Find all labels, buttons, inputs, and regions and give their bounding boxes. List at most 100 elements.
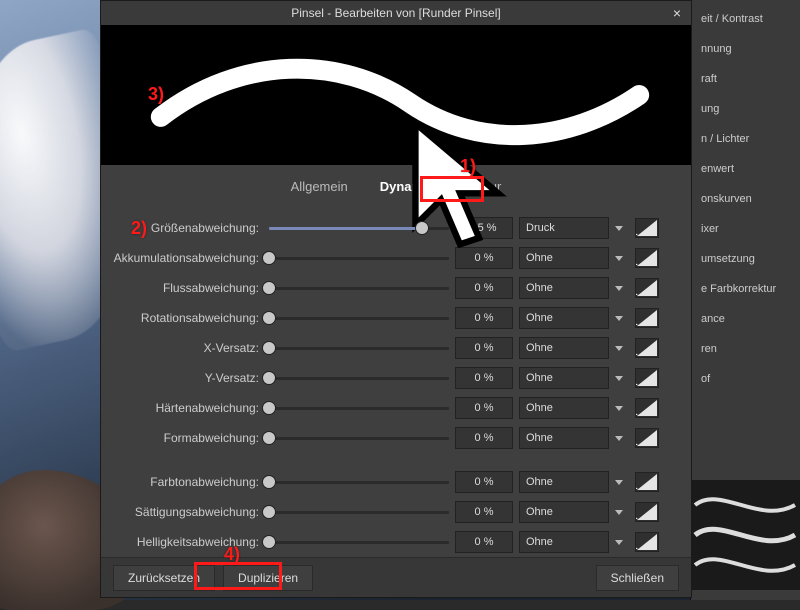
setting-label: Sättigungsabweichung:: [113, 505, 263, 519]
curve-button[interactable]: [635, 532, 659, 552]
setting-row: Härtenabweichung: 0 % Ohne: [113, 394, 679, 422]
dropdown-value: Ohne: [526, 372, 553, 384]
curve-button[interactable]: [635, 248, 659, 268]
setting-label: X-Versatz:: [113, 341, 263, 355]
slider[interactable]: [269, 535, 449, 549]
setting-row: Rotationsabweichung: 0 % Ohne: [113, 304, 679, 332]
dialog-titlebar[interactable]: Pinsel - Bearbeiten von [Runder Pinsel] …: [101, 1, 691, 25]
side-panel-item[interactable]: ance: [691, 304, 800, 334]
slider[interactable]: [269, 221, 449, 235]
source-dropdown[interactable]: Ohne: [519, 427, 609, 449]
side-panel-item[interactable]: of: [691, 364, 800, 394]
chevron-down-icon[interactable]: [615, 376, 623, 381]
slider[interactable]: [269, 505, 449, 519]
value-field[interactable]: 0 %: [455, 531, 513, 553]
curve-button[interactable]: [635, 218, 659, 238]
setting-label: Helligkeitsabweichung:: [113, 535, 263, 549]
chevron-down-icon[interactable]: [615, 510, 623, 515]
source-dropdown[interactable]: Ohne: [519, 277, 609, 299]
setting-row: Y-Versatz: 0 % Ohne: [113, 364, 679, 392]
source-dropdown[interactable]: Ohne: [519, 501, 609, 523]
brush-stroke-preview: [101, 25, 691, 165]
chevron-down-icon[interactable]: [615, 480, 623, 485]
close-icon[interactable]: ×: [669, 5, 685, 21]
slider[interactable]: [269, 311, 449, 325]
dialog-footer: Zurücksetzen Duplizieren Schließen: [101, 557, 691, 597]
slider[interactable]: [269, 371, 449, 385]
dropdown-value: Ohne: [526, 252, 553, 264]
cursor-icon: [165, 117, 755, 257]
close-button[interactable]: Schließen: [596, 565, 679, 591]
dropdown-value: Druck: [526, 222, 555, 234]
curve-button[interactable]: [635, 502, 659, 522]
chevron-down-icon[interactable]: [615, 406, 623, 411]
value-field[interactable]: 0 %: [455, 427, 513, 449]
value-field[interactable]: 0 %: [455, 471, 513, 493]
setting-label: Flussabweichung:: [113, 281, 263, 295]
source-dropdown[interactable]: Ohne: [519, 367, 609, 389]
source-dropdown[interactable]: Ohne: [519, 471, 609, 493]
setting-row: Sättigungsabweichung: 0 % Ohne: [113, 498, 679, 526]
source-dropdown[interactable]: Ohne: [519, 397, 609, 419]
value-field[interactable]: 0 %: [455, 307, 513, 329]
side-panel-item[interactable]: eit / Kontrast: [691, 4, 800, 34]
chevron-down-icon[interactable]: [615, 316, 623, 321]
side-panel-item[interactable]: e Farbkorrektur: [691, 274, 800, 304]
dropdown-value: Ohne: [526, 342, 553, 354]
curve-button[interactable]: [635, 308, 659, 328]
curve-button[interactable]: [635, 472, 659, 492]
side-panel-item[interactable]: nnung: [691, 34, 800, 64]
chevron-down-icon[interactable]: [615, 540, 623, 545]
dialog-title: Pinsel - Bearbeiten von [Runder Pinsel]: [291, 6, 500, 20]
source-dropdown[interactable]: Ohne: [519, 247, 609, 269]
source-dropdown[interactable]: Ohne: [519, 307, 609, 329]
setting-label: Formabweichung:: [113, 431, 263, 445]
slider[interactable]: [269, 401, 449, 415]
dropdown-value: Ohne: [526, 506, 553, 518]
slider[interactable]: [269, 251, 449, 265]
setting-row: Helligkeitsabweichung: 0 % Ohne: [113, 528, 679, 556]
setting-row: Formabweichung: 0 % Ohne: [113, 424, 679, 452]
side-panel-item[interactable]: ren: [691, 334, 800, 364]
slider[interactable]: [269, 431, 449, 445]
chevron-down-icon[interactable]: [615, 436, 623, 441]
dropdown-value: Ohne: [526, 282, 553, 294]
value-field[interactable]: 0 %: [455, 397, 513, 419]
curve-button[interactable]: [635, 278, 659, 298]
dropdown-value: Ohne: [526, 432, 553, 444]
setting-row: Farbtonabweichung: 0 % Ohne: [113, 468, 679, 496]
settings-area: Größenabweichung:85 %DruckAkkumulationsa…: [101, 206, 691, 557]
source-dropdown[interactable]: Ohne: [519, 337, 609, 359]
dropdown-value: Ohne: [526, 536, 553, 548]
brush-editor-dialog: Pinsel - Bearbeiten von [Runder Pinsel] …: [100, 0, 692, 598]
curve-button[interactable]: [635, 338, 659, 358]
chevron-down-icon[interactable]: [615, 346, 623, 351]
value-field[interactable]: 0 %: [455, 337, 513, 359]
duplicate-button[interactable]: Duplizieren: [223, 565, 313, 591]
value-field[interactable]: 0 %: [455, 501, 513, 523]
dropdown-value: Ohne: [526, 476, 553, 488]
side-panel: eit / Kontrastnnungraftungn / Lichterenw…: [690, 0, 800, 600]
setting-row: X-Versatz: 0 % Ohne: [113, 334, 679, 362]
value-field[interactable]: 0 %: [455, 367, 513, 389]
setting-label: Y-Versatz:: [113, 371, 263, 385]
setting-label: Rotationsabweichung:: [113, 311, 263, 325]
side-panel-item[interactable]: raft: [691, 64, 800, 94]
slider[interactable]: [269, 341, 449, 355]
source-dropdown[interactable]: Ohne: [519, 531, 609, 553]
dropdown-value: Ohne: [526, 312, 553, 324]
brush-preview-thumb: [690, 480, 800, 590]
curve-button[interactable]: [635, 428, 659, 448]
curve-button[interactable]: [635, 368, 659, 388]
reset-button[interactable]: Zurücksetzen: [113, 565, 215, 591]
setting-label: Härtenabweichung:: [113, 401, 263, 415]
value-field[interactable]: 0 %: [455, 277, 513, 299]
slider[interactable]: [269, 475, 449, 489]
curve-button[interactable]: [635, 398, 659, 418]
dropdown-value: Ohne: [526, 402, 553, 414]
setting-label: Farbtonabweichung:: [113, 475, 263, 489]
source-dropdown[interactable]: Druck: [519, 217, 609, 239]
setting-row: Flussabweichung: 0 % Ohne: [113, 274, 679, 302]
slider[interactable]: [269, 281, 449, 295]
chevron-down-icon[interactable]: [615, 286, 623, 291]
